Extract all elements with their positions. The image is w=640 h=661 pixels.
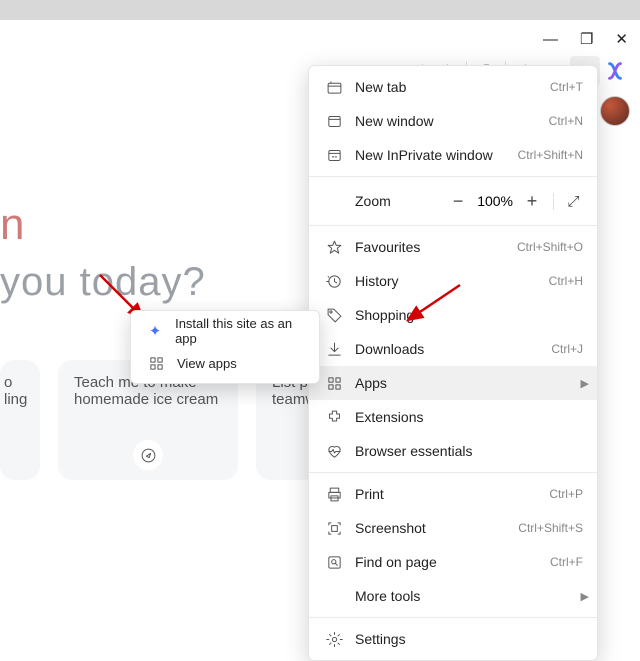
title-bar: [0, 0, 640, 20]
shortcut: Ctrl+P: [549, 487, 583, 501]
separator: [309, 176, 597, 177]
zoom-row: Zoom − 100% + ⤢: [309, 181, 597, 221]
card[interactable]: o ling: [0, 360, 40, 480]
search-icon: [323, 554, 345, 571]
zoom-out-button[interactable]: −: [445, 191, 471, 212]
close-button[interactable]: ✕: [615, 30, 628, 48]
menu-essentials[interactable]: Browser essentials: [309, 434, 597, 468]
download-icon: [323, 341, 345, 358]
hero-accent: n: [0, 200, 206, 250]
hero-line: you today?: [0, 260, 206, 304]
chevron-right-icon: ▶: [581, 590, 589, 603]
shortcut: Ctrl+T: [550, 80, 583, 94]
tag-icon: [323, 307, 345, 324]
label: Settings: [355, 631, 406, 647]
copilot-icon[interactable]: [600, 56, 630, 86]
separator: [309, 472, 597, 473]
submenu-view-apps[interactable]: View apps: [131, 347, 319, 379]
shortcut: Ctrl+Shift+S: [518, 521, 583, 535]
menu-downloads[interactable]: Downloads Ctrl+J: [309, 332, 597, 366]
menu-more-tools[interactable]: More tools ▶: [309, 579, 597, 613]
label: Print: [355, 486, 384, 502]
print-icon: [323, 486, 345, 503]
menu-shopping[interactable]: Shopping: [309, 298, 597, 332]
submenu-install-app[interactable]: ✦ Install this site as an app: [131, 315, 319, 347]
minimize-button[interactable]: —: [543, 31, 558, 48]
zoom-in-button[interactable]: +: [519, 191, 545, 212]
gear-icon: [323, 631, 345, 648]
menu-screenshot[interactable]: Screenshot Ctrl+Shift+S: [309, 511, 597, 545]
star-icon: [323, 239, 345, 256]
label: Extensions: [355, 409, 423, 425]
menu-inprivate[interactable]: New InPrivate window Ctrl+Shift+N: [309, 138, 597, 172]
fullscreen-button[interactable]: ⤢: [553, 193, 583, 210]
menu-print[interactable]: Print Ctrl+P: [309, 477, 597, 511]
shortcut: Ctrl+H: [549, 274, 583, 288]
more-menu: New tab Ctrl+T New window Ctrl+N New InP…: [308, 65, 598, 661]
sparkle-icon: ✦: [145, 322, 165, 340]
new-tab-icon: [323, 79, 345, 96]
shortcut: Ctrl+F: [550, 555, 583, 569]
apps-submenu: ✦ Install this site as an app View apps: [130, 310, 320, 384]
separator: [309, 225, 597, 226]
heart-pulse-icon: [323, 443, 345, 460]
label: History: [355, 273, 399, 289]
shortcut: Ctrl+N: [549, 114, 583, 128]
menu-history[interactable]: History Ctrl+H: [309, 264, 597, 298]
label: Shopping: [355, 307, 414, 323]
apps-icon: [323, 375, 345, 392]
shortcut: Ctrl+Shift+N: [518, 148, 583, 162]
label: Screenshot: [355, 520, 426, 536]
zoom-value: 100%: [477, 193, 513, 209]
menu-settings[interactable]: Settings: [309, 622, 597, 656]
menu-extensions[interactable]: Extensions: [309, 400, 597, 434]
card-text: o ling: [4, 374, 27, 408]
hero-text: n you today?: [0, 200, 206, 305]
menu-apps[interactable]: Apps ▶: [309, 366, 597, 400]
puzzle-icon: [323, 409, 345, 426]
menu-favourites[interactable]: Favourites Ctrl+Shift+O: [309, 230, 597, 264]
label: Browser essentials: [355, 443, 473, 459]
label: Install this site as an app: [175, 316, 305, 346]
compass-icon: [133, 440, 163, 470]
profile-avatar[interactable]: [600, 96, 630, 126]
separator: [309, 617, 597, 618]
maximize-button[interactable]: ❐: [580, 30, 593, 48]
window-controls: — ❐ ✕: [543, 30, 628, 48]
label: Find on page: [355, 554, 437, 570]
label: Downloads: [355, 341, 424, 357]
label: Favourites: [355, 239, 420, 255]
shortcut: Ctrl+Shift+O: [517, 240, 583, 254]
menu-new-tab[interactable]: New tab Ctrl+T: [309, 70, 597, 104]
label: View apps: [177, 356, 237, 371]
label: New InPrivate window: [355, 147, 493, 163]
window-icon: [323, 113, 345, 130]
label: More tools: [355, 588, 420, 604]
chevron-right-icon: ▶: [581, 377, 589, 390]
label: Apps: [355, 375, 387, 391]
inprivate-icon: [323, 147, 345, 164]
label: New window: [355, 113, 434, 129]
history-icon: [323, 273, 345, 290]
label: New tab: [355, 79, 406, 95]
menu-find[interactable]: Find on page Ctrl+F: [309, 545, 597, 579]
shortcut: Ctrl+J: [551, 342, 583, 356]
zoom-label: Zoom: [355, 193, 391, 209]
apps-icon: [145, 355, 167, 372]
menu-new-window[interactable]: New window Ctrl+N: [309, 104, 597, 138]
screenshot-icon: [323, 520, 345, 537]
